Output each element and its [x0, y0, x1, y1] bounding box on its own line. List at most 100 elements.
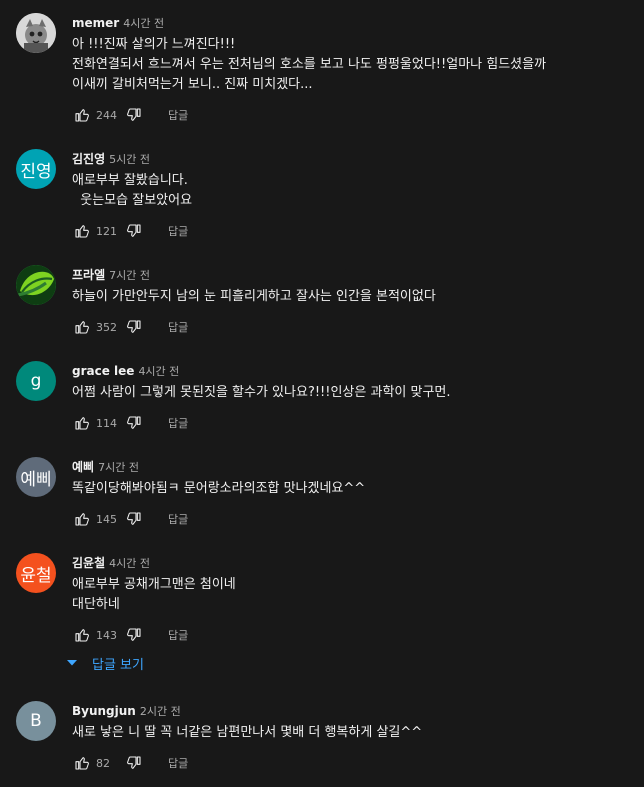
comment-actions: 82 답글: [72, 753, 188, 773]
cat-photo-icon: [16, 13, 56, 53]
like-count: 145: [96, 512, 117, 526]
like-button[interactable]: [72, 221, 92, 241]
like-button[interactable]: [72, 753, 92, 773]
thumbs-up-icon: [75, 321, 89, 334]
comment-text-line: 이새끼 갈비처먹는거 보니.. 진짜 미치겠다...: [72, 77, 313, 92]
comment-header: 김진영 5시간 전: [72, 149, 150, 167]
author-name[interactable]: Byungjun: [72, 704, 136, 718]
comment-actions: 145 답글: [72, 509, 188, 529]
avatar[interactable]: [16, 13, 56, 53]
like-count: 82: [96, 756, 110, 770]
view-replies-label: 답글 보기: [92, 657, 144, 673]
avatar-initials: 예삐: [20, 469, 52, 490]
comment-text-line: 대단하네: [72, 597, 120, 612]
like-button[interactable]: [72, 625, 92, 645]
comment-timestamp[interactable]: 4시간 전: [138, 365, 179, 378]
reply-button[interactable]: 답글: [168, 107, 188, 123]
like-button[interactable]: [72, 317, 92, 337]
dislike-button[interactable]: [124, 509, 144, 529]
comment-text-line: 애로부부 공채개그맨은 첨이네: [72, 577, 236, 592]
thumbs-up-icon: [75, 513, 89, 526]
like-count: 121: [96, 224, 117, 238]
comment-text: 새로 낳은 니 딸 꼭 너같은 남편만나서 몇배 더 행복하게 살길^^: [72, 723, 632, 743]
reply-button[interactable]: 답글: [168, 223, 188, 239]
author-name[interactable]: grace lee: [72, 364, 134, 378]
green-leaf-logo-icon: [16, 265, 56, 305]
comment-header: Byungjun 2시간 전: [72, 701, 181, 719]
comment-actions: 244 답글: [72, 105, 188, 125]
reply-button[interactable]: 답글: [168, 755, 188, 771]
thumbs-down-icon: [127, 756, 141, 769]
comment-text: 애로부부 공채개그맨은 첨이네대단하네: [72, 575, 632, 615]
author-name[interactable]: 프라엘: [72, 268, 105, 282]
thumbs-down-icon: [127, 320, 141, 333]
comment-actions: 121 답글: [72, 221, 188, 241]
comment-text-line: 아 !!!진짜 살의가 느껴진다!!!: [72, 37, 236, 52]
comment-text-line: 하늘이 가만안두지 남의 눈 피흘리게하고 잘사는 인간을 본적이없다: [72, 289, 436, 304]
dislike-button[interactable]: [124, 105, 144, 125]
view-replies-button[interactable]: 답글 보기: [64, 652, 144, 674]
avatar[interactable]: 윤철: [16, 553, 56, 593]
author-name[interactable]: 예삐: [72, 460, 94, 474]
comment-actions: 352 답글: [72, 317, 188, 337]
thumbs-up-icon: [75, 757, 89, 770]
author-name[interactable]: 김진영: [72, 152, 105, 166]
avatar[interactable]: 진영: [16, 149, 56, 189]
thumbs-up-icon: [75, 417, 89, 430]
like-button[interactable]: [72, 105, 92, 125]
reply-button[interactable]: 답글: [168, 319, 188, 335]
comment-text: 애로부부 잘봤습니다. 웃는모습 잘보았어요: [72, 171, 632, 211]
dislike-button[interactable]: [124, 625, 144, 645]
comment-text-line: 전화연결되서 흐느껴서 우는 전처님의 호소를 보고 나도 펑펑울었다!!얼마나…: [72, 57, 547, 72]
thumbs-down-icon: [127, 512, 141, 525]
comment-text-line: 웃는모습 잘보았어요: [72, 193, 193, 208]
comment-timestamp[interactable]: 7시간 전: [109, 269, 150, 282]
author-name[interactable]: memer: [72, 16, 119, 30]
like-count: 143: [96, 628, 117, 642]
thumbs-up-icon: [75, 225, 89, 238]
dislike-button[interactable]: [124, 753, 144, 773]
author-name[interactable]: 김윤철: [72, 556, 105, 570]
comment-text: 어쩜 사람이 그렇게 못된짓을 할수가 있나요?!!!인상은 과학이 맞구먼.: [72, 383, 632, 403]
reply-button[interactable]: 답글: [168, 415, 188, 431]
comment-header: memer 4시간 전: [72, 13, 164, 31]
comment-actions: 114 답글: [72, 413, 188, 433]
reply-button[interactable]: 답글: [168, 627, 188, 643]
like-count: 352: [96, 320, 117, 334]
avatar-initials: 진영: [20, 161, 52, 182]
comment-timestamp[interactable]: 7시간 전: [98, 461, 139, 474]
comment-text-line: 어쩜 사람이 그렇게 못된짓을 할수가 있나요?!!!인상은 과학이 맞구먼.: [72, 385, 451, 400]
comment-text-line: 새로 낳은 니 딸 꼭 너같은 남편만나서 몇배 더 행복하게 살길^^: [72, 725, 423, 740]
comment-header: grace lee 4시간 전: [72, 361, 179, 379]
avatar[interactable]: [16, 265, 56, 305]
thumbs-down-icon: [127, 108, 141, 121]
thumbs-down-icon: [127, 416, 141, 429]
dislike-button[interactable]: [124, 413, 144, 433]
comment-timestamp[interactable]: 4시간 전: [109, 557, 150, 570]
dislike-button[interactable]: [124, 221, 144, 241]
reply-button[interactable]: 답글: [168, 511, 188, 527]
like-count: 244: [96, 108, 117, 122]
dislike-button[interactable]: [124, 317, 144, 337]
comment-header: 프라엘 7시간 전: [72, 265, 150, 283]
thumbs-up-icon: [75, 109, 89, 122]
like-button[interactable]: [72, 413, 92, 433]
comment-text: 똑같이당해봐야됨ㅋ 문어랑소라의조합 맛나겠네요^^: [72, 479, 632, 499]
like-count: 114: [96, 416, 117, 430]
avatar[interactable]: 예삐: [16, 457, 56, 497]
comment-text-line: 똑같이당해봐야됨ㅋ 문어랑소라의조합 맛나겠네요^^: [72, 481, 366, 496]
comment-header: 예삐 7시간 전: [72, 457, 139, 475]
chevron-down-icon: [64, 655, 80, 671]
comment-timestamp[interactable]: 4시간 전: [123, 17, 164, 30]
comment-text: 아 !!!진짜 살의가 느껴진다!!! 전화연결되서 흐느껴서 우는 전처님의 호…: [72, 35, 632, 95]
thumbs-down-icon: [127, 224, 141, 237]
comment-text-line: 애로부부 잘봤습니다.: [72, 173, 188, 188]
avatar-initials: 윤철: [20, 565, 52, 586]
avatar[interactable]: g: [16, 361, 56, 401]
thumbs-down-icon: [127, 628, 141, 641]
comment-header: 김윤철 4시간 전: [72, 553, 150, 571]
comment-timestamp[interactable]: 5시간 전: [109, 153, 150, 166]
avatar[interactable]: B: [16, 701, 56, 741]
comment-timestamp[interactable]: 2시간 전: [140, 705, 181, 718]
like-button[interactable]: [72, 509, 92, 529]
